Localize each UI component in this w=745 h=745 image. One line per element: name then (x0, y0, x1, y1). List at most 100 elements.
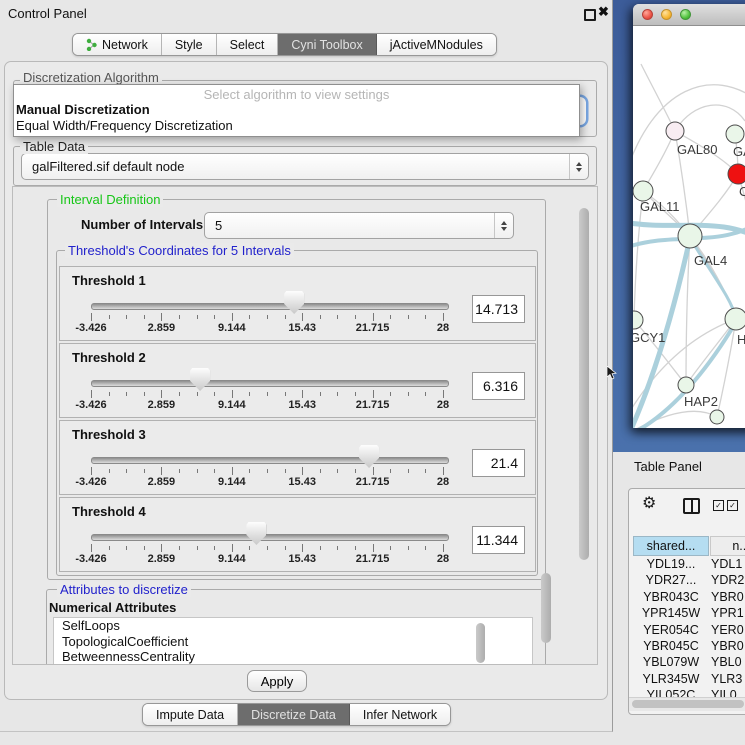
tick-label: -3.426 (61, 476, 121, 488)
apply-button[interactable]: Apply (247, 670, 307, 692)
network-canvas[interactable]: GAL80GACGAL11GAL4GCY1HHAP2 (633, 26, 745, 428)
table-row-cell[interactable]: YPR1 (711, 606, 745, 622)
table-row-cell[interactable]: YER054C (633, 623, 709, 639)
slider-track[interactable] (91, 303, 449, 310)
slider-track[interactable] (91, 534, 449, 541)
gear-icon[interactable]: ⚙ (642, 493, 656, 513)
tab-style[interactable]: Style (162, 34, 217, 55)
popup-item-manual-discretization[interactable]: Manual Discretization (14, 102, 579, 118)
attributes-list-scrollbar[interactable] (476, 623, 485, 663)
network-view-window[interactable]: GAL80GACGAL11GAL4GCY1HHAP2 (633, 4, 745, 428)
table-row-cell[interactable]: YBR0 (711, 639, 745, 655)
scrollbar-thumb[interactable] (632, 700, 744, 708)
minor-tick (425, 315, 426, 319)
tab-jactivemnodules[interactable]: jActiveMNodules (377, 34, 496, 55)
numerical-attributes-list[interactable]: SelfLoopsTopologicalCoefficientBetweenne… (53, 617, 533, 665)
node-label: H (737, 332, 745, 347)
minor-tick (109, 392, 110, 396)
attributes-pane-scrollbar[interactable] (541, 573, 551, 643)
close-traffic-light[interactable] (642, 9, 653, 20)
table-row-cell[interactable]: YBR045C (633, 639, 709, 655)
network-node-c[interactable] (728, 164, 745, 184)
minor-tick (144, 315, 145, 319)
attribute-list-item[interactable]: TopologicalCoefficient (54, 634, 532, 650)
network-node-gal80[interactable] (666, 122, 684, 140)
tick-label: 2.859 (131, 399, 191, 411)
column-header-shared-name[interactable]: shared... (633, 536, 709, 556)
slider-handle[interactable] (246, 522, 266, 545)
tick-label: 21.715 (343, 553, 403, 565)
network-node-gcy1[interactable] (633, 311, 643, 329)
network-node[interactable] (710, 410, 724, 424)
cyni-mode-tabbar: Impute DataDiscretize DataInfer Network (142, 703, 451, 726)
tab-network[interactable]: Network (73, 34, 162, 55)
network-node-ga[interactable] (726, 125, 744, 143)
minor-tick (126, 315, 127, 319)
column-header-name[interactable]: n... (710, 536, 745, 556)
minor-tick (144, 546, 145, 550)
minor-tick (320, 392, 321, 396)
slider-handle[interactable] (284, 291, 304, 314)
minor-tick (425, 546, 426, 550)
minor-tick (249, 469, 250, 473)
slider-handle[interactable] (190, 368, 210, 391)
number-of-intervals-combobox[interactable]: 5 (204, 212, 514, 239)
slider-handle[interactable] (359, 445, 379, 468)
close-icon[interactable]: ✖ (598, 4, 609, 20)
intervals-stepper-icon[interactable] (494, 213, 513, 238)
minor-tick (109, 546, 110, 550)
network-node-gal11[interactable] (633, 181, 653, 201)
table-row-cell[interactable]: YDL1 (711, 557, 745, 573)
tab-discretize-data[interactable]: Discretize Data (238, 704, 350, 725)
minor-tick (179, 546, 180, 550)
table-row-cell[interactable]: YPR145W (633, 606, 709, 622)
settings-vertical-scrollbar[interactable] (579, 208, 589, 560)
table-row-cell[interactable]: YBR043C (633, 590, 709, 606)
table-row-cell[interactable]: YDR27... (633, 573, 709, 589)
major-tick (443, 313, 444, 321)
network-node-h[interactable] (725, 308, 745, 330)
threshold-value-field[interactable]: 6.316 (472, 372, 525, 400)
attribute-list-item[interactable]: SelfLoops (54, 618, 532, 634)
checkbox-icon[interactable]: ✓ (727, 500, 738, 511)
table-row-cell[interactable]: YLR345W (633, 672, 709, 688)
combobox-stepper-icon[interactable] (569, 154, 588, 179)
slider-track[interactable] (91, 457, 449, 464)
network-node-gal4[interactable] (678, 224, 702, 248)
checkbox-icon[interactable]: ✓ (713, 500, 724, 511)
table-row-cell[interactable]: YER0 (711, 623, 745, 639)
float-window-icon[interactable] (584, 9, 596, 21)
table-data-combobox[interactable]: galFiltered.sif default node (21, 153, 589, 180)
tab-impute-data[interactable]: Impute Data (143, 704, 238, 725)
zoom-traffic-light[interactable] (680, 9, 691, 20)
minor-tick (408, 546, 409, 550)
table-row-cell[interactable]: YLR3 (711, 672, 745, 688)
table-horizontal-scrollbar[interactable] (629, 697, 745, 711)
attribute-list-item[interactable]: BetweennessCentrality (54, 649, 532, 665)
threshold-value-field[interactable]: 14.713 (472, 295, 525, 323)
tick-label: 21.715 (343, 476, 403, 488)
minor-tick (144, 469, 145, 473)
threshold-value-field[interactable]: 11.344 (472, 526, 525, 554)
table-row-cell[interactable]: YDR2 (711, 573, 745, 589)
tab-select[interactable]: Select (217, 34, 279, 55)
minor-tick (390, 546, 391, 550)
slider-track[interactable] (91, 380, 449, 387)
tab-infer-network[interactable]: Infer Network (350, 704, 450, 725)
tab-cyni-toolbox[interactable]: Cyni Toolbox (278, 34, 376, 55)
minimize-traffic-light[interactable] (661, 9, 672, 20)
minor-tick (337, 392, 338, 396)
split-view-icon[interactable] (683, 498, 700, 514)
minor-tick (390, 315, 391, 319)
table-row-cell[interactable]: YBR0 (711, 590, 745, 606)
major-tick (91, 467, 92, 475)
table-row-cell[interactable]: YDL19... (633, 557, 709, 573)
popup-item-equal-width-frequency[interactable]: Equal Width/Frequency Discretization (14, 118, 579, 134)
table-row-cell[interactable]: YBL079W (633, 655, 709, 671)
threshold-label: Threshold 3 (72, 427, 146, 442)
network-node-hap2[interactable] (678, 377, 694, 393)
minor-tick (337, 469, 338, 473)
node-label: GAL80 (677, 142, 717, 157)
table-row-cell[interactable]: YBL0 (711, 655, 745, 671)
threshold-value-field[interactable]: 21.4 (472, 449, 525, 477)
